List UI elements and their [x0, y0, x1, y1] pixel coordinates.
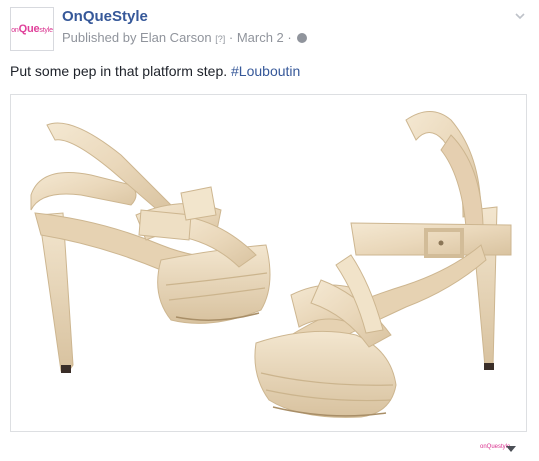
meta-separator: · — [228, 30, 234, 45]
post-header: onQuestyle OnQueStyle Published by Elan … — [10, 7, 529, 55]
page-avatar[interactable]: onQuestyle — [10, 7, 54, 51]
left-shoe — [30, 122, 271, 373]
caption-text: Put some pep in that platform step. — [10, 63, 232, 79]
published-by: Published by Elan Carson — [62, 30, 212, 45]
triangle-down-icon[interactable] — [506, 446, 516, 453]
post-meta: Published by Elan Carson [?] · March 2 · — [62, 30, 308, 45]
avatar-logo-suffix: style — [39, 26, 53, 34]
post-photo[interactable] — [10, 94, 527, 432]
facebook-post: onQuestyle OnQueStyle Published by Elan … — [0, 0, 539, 461]
shoes-image — [30, 111, 512, 418]
avatar-logo: onQuestyle — [11, 22, 53, 35]
avatar-logo-big: Que — [18, 22, 40, 35]
globe-icon[interactable] — [297, 33, 308, 43]
post-date-link[interactable]: March 2 — [237, 30, 284, 45]
hashtag-link[interactable]: #Louboutin — [231, 63, 300, 79]
chevron-down-icon[interactable] — [515, 11, 525, 21]
right-shoe — [254, 111, 512, 418]
page-name-link[interactable]: OnQueStyle — [62, 8, 148, 25]
help-marker[interactable]: [?] — [215, 34, 225, 44]
meta-separator-2: · — [287, 30, 292, 45]
post-caption: Put some pep in that platform step. #Lou… — [10, 63, 300, 79]
avatar-logo-prefix: on — [11, 26, 19, 34]
